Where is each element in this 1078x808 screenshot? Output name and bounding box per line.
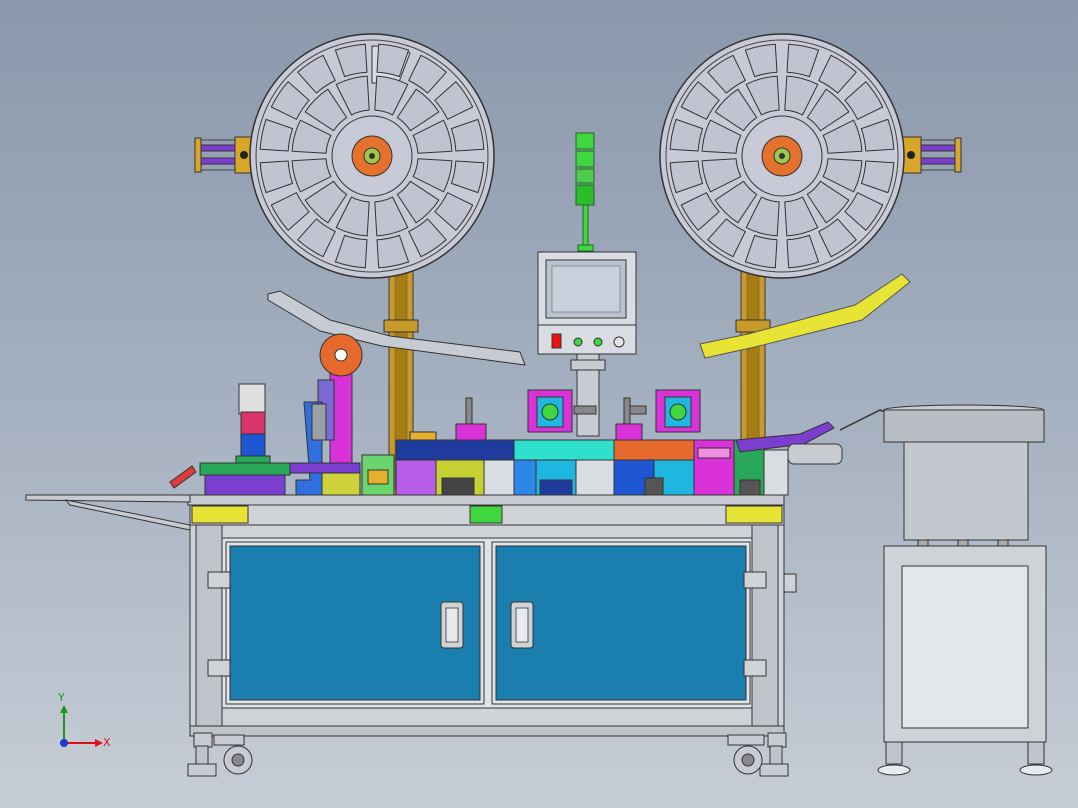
right-reel bbox=[659, 33, 905, 279]
bowl-feeder bbox=[883, 404, 1045, 549]
station-tooling-small bbox=[409, 397, 643, 441]
tabletop bbox=[187, 494, 785, 526]
start-button bbox=[573, 337, 583, 347]
control-panel bbox=[537, 251, 637, 355]
x-axis-label: X bbox=[103, 736, 111, 749]
bowl-stand bbox=[877, 545, 1053, 776]
coordinate-triad: Y X bbox=[57, 691, 111, 749]
cabinet-door-right bbox=[491, 541, 751, 705]
caster-right bbox=[727, 732, 789, 777]
right-guide-rail bbox=[699, 273, 911, 359]
cad-viewport: Y X bbox=[0, 0, 1078, 808]
y-axis-label: Y bbox=[57, 691, 65, 704]
signal-tower bbox=[575, 132, 595, 252]
caster-left bbox=[187, 732, 253, 777]
machine-drawing: Y X bbox=[25, 33, 1053, 777]
left-reel bbox=[249, 33, 495, 279]
outfeed-arm bbox=[25, 494, 191, 531]
left-lever bbox=[169, 465, 197, 489]
right-reel-axle-bar bbox=[900, 136, 962, 174]
run-button bbox=[593, 337, 603, 347]
side-port bbox=[783, 573, 797, 593]
reset-button bbox=[613, 336, 625, 348]
cabinet-door-left bbox=[225, 541, 485, 705]
emergency-stop-button bbox=[551, 333, 562, 349]
left-reel-axle-bar bbox=[194, 136, 256, 174]
panel-column bbox=[570, 353, 606, 437]
workstation-row bbox=[199, 439, 789, 496]
